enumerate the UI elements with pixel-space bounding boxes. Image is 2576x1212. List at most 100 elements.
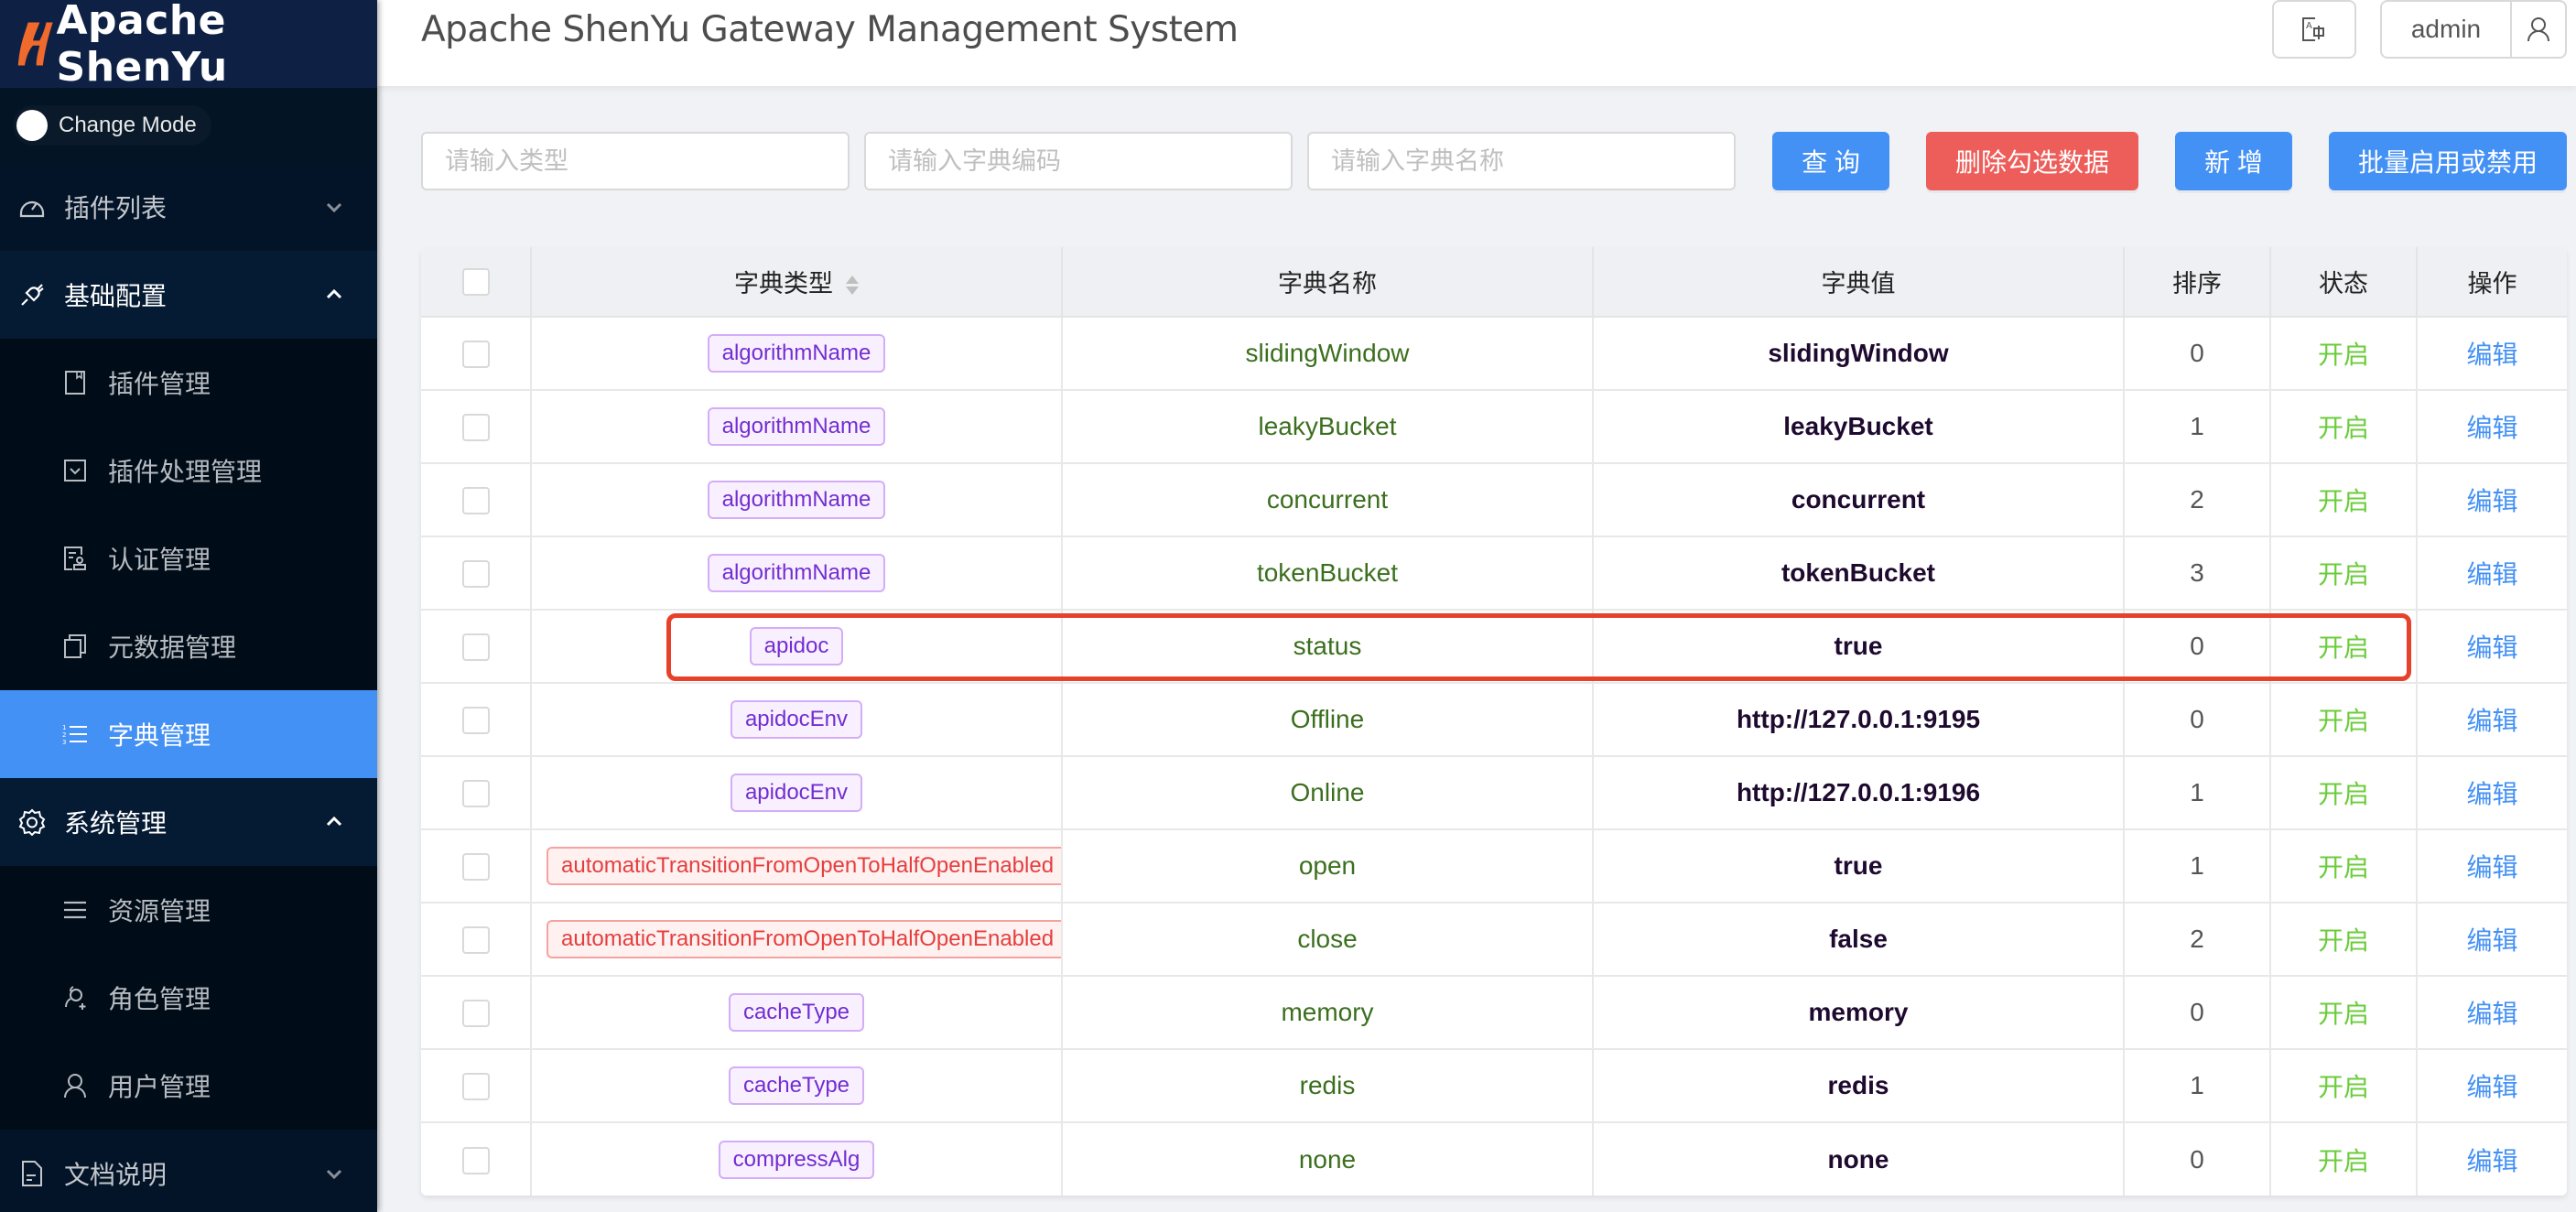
- row-select-cell: [421, 610, 532, 684]
- dashboard-icon: [18, 193, 46, 221]
- submenu-basic-config: 插件管理 插件处理管理 认证管理 元数据管理 123 字典管理: [0, 339, 377, 778]
- logo[interactable]: Apache ShenYu: [0, 0, 377, 91]
- status-cell: 开启: [2270, 390, 2418, 464]
- query-button[interactable]: 查 询: [1772, 132, 1889, 190]
- type-search-input[interactable]: [421, 132, 850, 190]
- type-cell: algorithmName: [531, 390, 1063, 464]
- sort-cell: 2: [2124, 463, 2271, 537]
- action-cell: 编辑: [2417, 829, 2567, 904]
- row-checkbox[interactable]: [461, 780, 490, 808]
- top-header: Apache ShenYu Gateway Management System …: [377, 0, 2576, 86]
- sidebar-item-dictionary-management[interactable]: 123 字典管理: [0, 690, 377, 778]
- edit-link[interactable]: 编辑: [2466, 1147, 2517, 1175]
- row-checkbox[interactable]: [461, 341, 490, 369]
- edit-link[interactable]: 编辑: [2466, 853, 2517, 882]
- edit-link[interactable]: 编辑: [2466, 633, 2517, 662]
- action-cell: 编辑: [2417, 536, 2567, 611]
- sidebar-item-metadata-management[interactable]: 元数据管理: [0, 602, 377, 690]
- delete-selected-button[interactable]: 删除勾选数据: [1926, 132, 2138, 190]
- name-cell: leakyBucket: [1062, 390, 1594, 464]
- status-cell: 开启: [2270, 829, 2418, 904]
- column-header-type[interactable]: 字典类型: [531, 247, 1063, 318]
- select-all-checkbox[interactable]: [461, 268, 490, 297]
- row-checkbox[interactable]: [461, 707, 490, 735]
- sidebar-item-user-management[interactable]: 用户管理: [0, 1042, 377, 1130]
- sidebar-group-system-management[interactable]: 系统管理: [0, 778, 377, 866]
- check-square-icon: [62, 458, 88, 483]
- row-select-cell: [421, 903, 532, 977]
- name-cell: memory: [1062, 976, 1594, 1050]
- column-label: 字典类型: [734, 270, 833, 298]
- row-checkbox[interactable]: [461, 633, 490, 662]
- row-checkbox[interactable]: [461, 1073, 490, 1101]
- type-tag: automaticTransitionFromOpenToHalfOpenEna…: [547, 920, 1060, 958]
- type-cell: cacheType: [531, 1049, 1063, 1123]
- svg-text:3: 3: [62, 739, 66, 745]
- sort-cell: 1: [2124, 756, 2271, 830]
- type-cell: algorithmName: [531, 317, 1063, 391]
- sort-cell: 1: [2124, 390, 2271, 464]
- table-row: apidocEnv Online http://127.0.0.1:9196 1 开启 编…: [421, 756, 2567, 830]
- edit-link[interactable]: 编辑: [2466, 1073, 2517, 1101]
- edit-link[interactable]: 编辑: [2466, 707, 2517, 735]
- add-button[interactable]: 新 增: [2175, 132, 2292, 190]
- change-mode-toggle[interactable]: Change Mode: [13, 105, 211, 146]
- copy-icon: [62, 633, 88, 659]
- name-cell: concurrent: [1062, 463, 1594, 537]
- type-tag: apidoc: [749, 627, 844, 666]
- sort-icon[interactable]: [846, 276, 859, 296]
- row-checkbox[interactable]: [461, 414, 490, 442]
- type-cell: cacheType: [531, 976, 1063, 1050]
- type-tag: compressAlg: [718, 1140, 875, 1179]
- sidebar-group-plugin-list[interactable]: 插件列表: [0, 163, 377, 251]
- row-select-cell: [421, 1049, 532, 1123]
- edit-link[interactable]: 编辑: [2466, 926, 2517, 955]
- sidebar-group-label: 文档说明: [64, 1161, 168, 1189]
- edit-link[interactable]: 编辑: [2466, 1000, 2517, 1028]
- edit-link[interactable]: 编辑: [2466, 341, 2517, 369]
- status-cell: 开启: [2270, 317, 2418, 391]
- table-row: automaticTransitionFromOpenToHalfOpenEna…: [421, 829, 2567, 904]
- page-title: Apache ShenYu Gateway Management System: [421, 9, 1239, 50]
- language-switch-button[interactable]: A: [2272, 0, 2356, 59]
- action-cell: 编辑: [2417, 317, 2567, 391]
- code-search-input[interactable]: [864, 132, 1293, 190]
- row-checkbox[interactable]: [461, 487, 490, 515]
- type-tag: apidocEnv: [730, 700, 863, 739]
- row-checkbox[interactable]: [461, 853, 490, 882]
- name-search-input[interactable]: [1307, 132, 1736, 190]
- edit-link[interactable]: 编辑: [2466, 414, 2517, 442]
- edit-link[interactable]: 编辑: [2466, 780, 2517, 808]
- sidebar-group-documentation[interactable]: 文档说明: [0, 1130, 377, 1212]
- mode-toggle-knob: [16, 110, 48, 141]
- value-cell: none: [1593, 1122, 2125, 1196]
- type-tag: automaticTransitionFromOpenToHalfOpenEna…: [547, 847, 1060, 885]
- row-select-cell: [421, 976, 532, 1050]
- file-icon: [18, 1160, 46, 1187]
- edit-link[interactable]: 编辑: [2466, 487, 2517, 515]
- row-select-cell: [421, 463, 532, 537]
- type-cell: algorithmName: [531, 463, 1063, 537]
- sidebar-item-auth-management[interactable]: 认证管理: [0, 514, 377, 602]
- sidebar-group-basic-config[interactable]: 基础配置: [0, 251, 377, 339]
- row-checkbox[interactable]: [461, 926, 490, 955]
- edit-link[interactable]: 编辑: [2466, 560, 2517, 589]
- name-cell: close: [1062, 903, 1594, 977]
- user-menu-button[interactable]: admin: [2380, 0, 2567, 59]
- type-cell: apidoc: [531, 610, 1063, 684]
- sidebar-item-plugin-handle-management[interactable]: 插件处理管理: [0, 427, 377, 514]
- status-cell: 开启: [2270, 1049, 2418, 1123]
- sidebar-item-label: 认证管理: [108, 546, 211, 574]
- sidebar-item-role-management[interactable]: 角色管理: [0, 954, 377, 1042]
- name-cell: Offline: [1062, 683, 1594, 757]
- batch-enable-disable-button[interactable]: 批量启用或禁用: [2329, 132, 2567, 190]
- row-checkbox[interactable]: [461, 560, 490, 589]
- row-checkbox[interactable]: [461, 1146, 490, 1174]
- name-cell: slidingWindow: [1062, 317, 1594, 391]
- sidebar-item-resource-management[interactable]: 资源管理: [0, 866, 377, 954]
- chevron-up-icon: [326, 288, 342, 299]
- row-checkbox[interactable]: [461, 1000, 490, 1028]
- sidebar-item-plugin-management[interactable]: 插件管理: [0, 339, 377, 427]
- user-name: admin: [2410, 15, 2482, 43]
- submenu-system-management: 资源管理 角色管理 用户管理: [0, 866, 377, 1130]
